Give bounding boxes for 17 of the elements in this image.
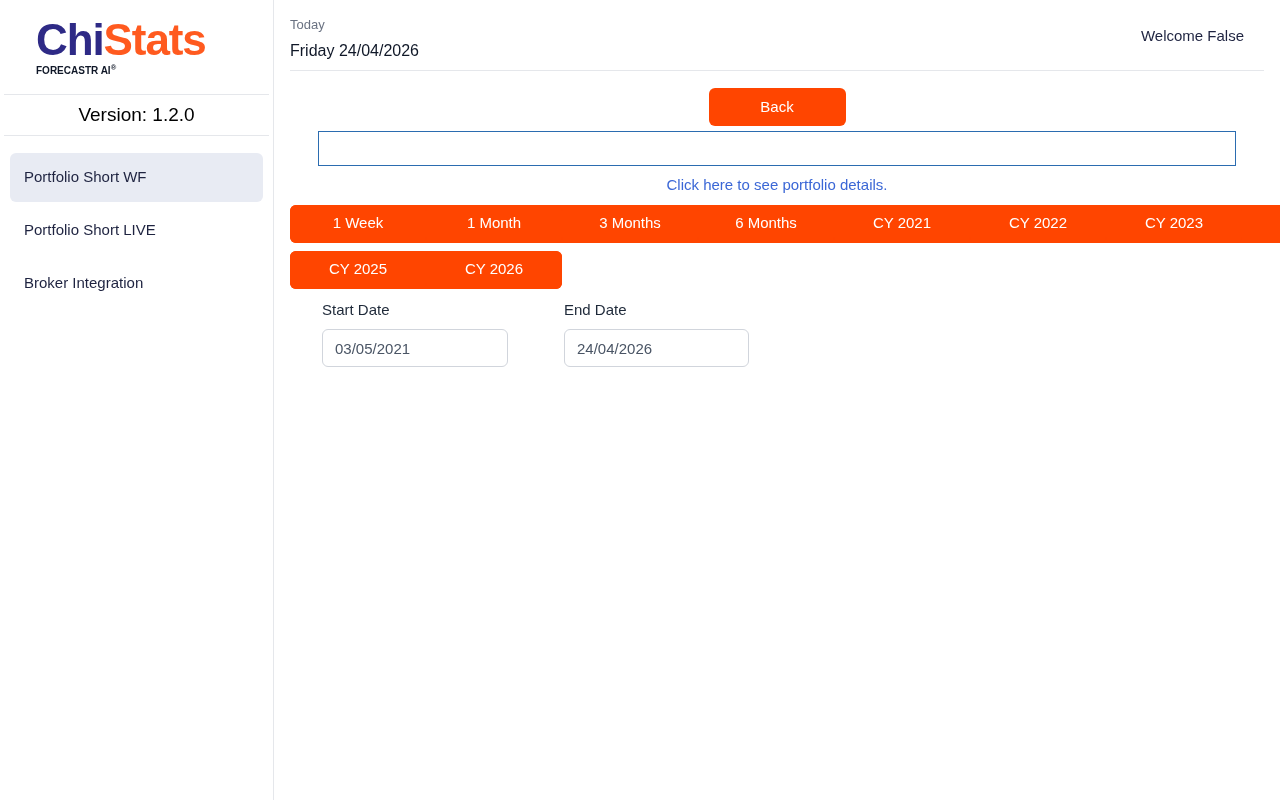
input-field[interactable]: [318, 131, 1236, 166]
version-text: Version: 1.2.0: [78, 102, 195, 127]
sidebar-item[interactable]: Broker Integration: [10, 259, 263, 308]
start-date-field[interactable]: 03/05/2021: [322, 329, 508, 367]
end-date-field[interactable]: 24/04/2026: [564, 329, 749, 367]
date-text: Friday 24/04/2026: [290, 40, 419, 61]
logo-text: Stats: [103, 18, 206, 62]
sidebar-item[interactable]: Portfolio Short LIVE: [10, 206, 263, 255]
date-label: Today: [290, 16, 326, 34]
welcome-text: Welcome False: [1140, 26, 1244, 46]
back-button[interactable]: Back: [708, 88, 846, 126]
sidebar-item[interactable]: Portfolio Short WF: [10, 153, 263, 202]
logo-text: Chi: [36, 18, 104, 62]
logo-tagline: FORECASTR AI$^{®}$: [36, 66, 118, 76]
end-date-label: End Date: [564, 299, 628, 320]
portfolio-details-link[interactable]: Click here to see portfolio details.: [666, 174, 888, 197]
start-date-label: Start Date: [322, 299, 391, 320]
